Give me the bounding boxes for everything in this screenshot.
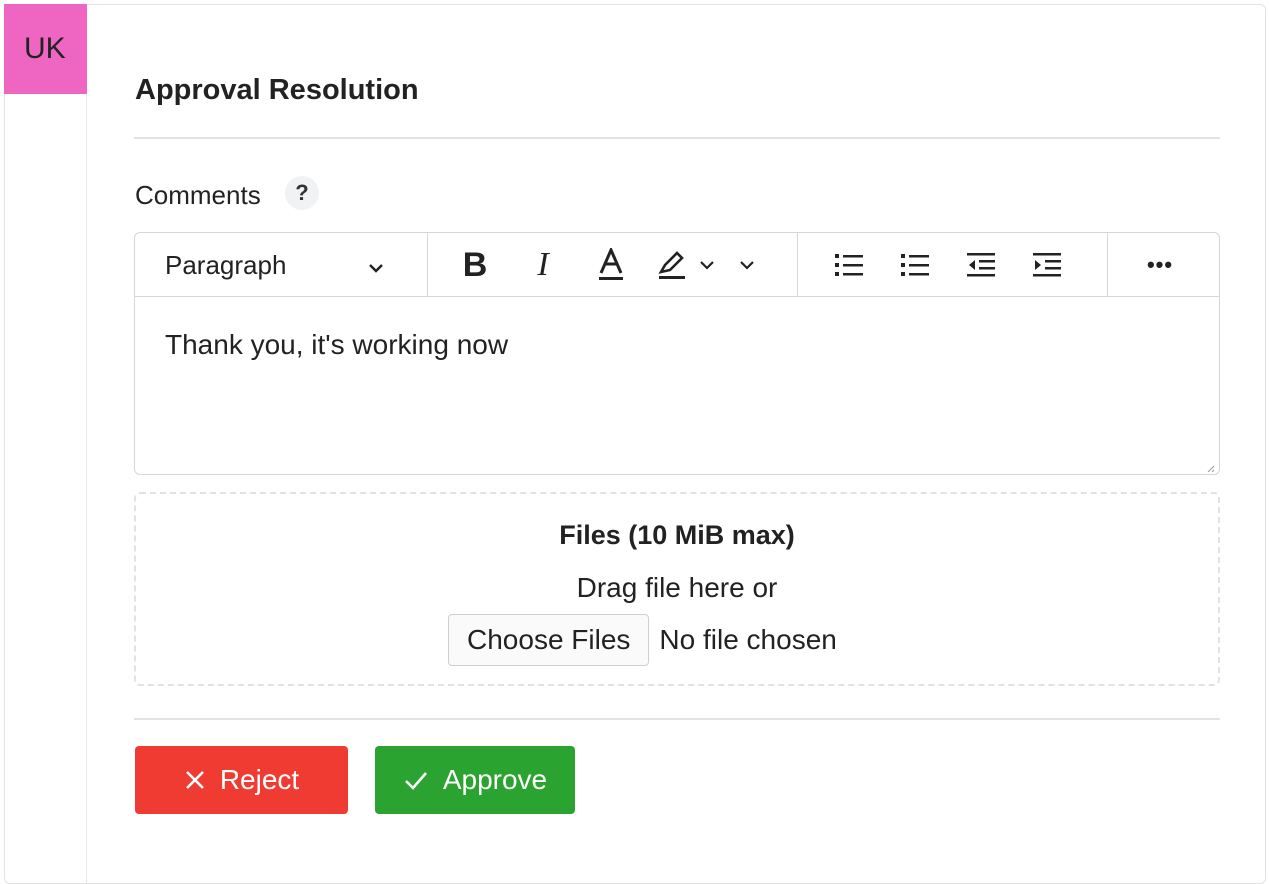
outdent-icon[interactable]: [959, 243, 1003, 287]
comments-label: Comments: [135, 180, 261, 210]
toolbar-separator: [797, 233, 798, 296]
files-title: Files (10 MiB max): [559, 520, 795, 550]
highlight-icon[interactable]: [655, 243, 765, 287]
avatar: UK: [4, 4, 87, 94]
question-mark-icon[interactable]: ?: [285, 176, 319, 210]
indent-icon[interactable]: [1025, 243, 1069, 287]
resize-grip-icon[interactable]: [1205, 460, 1215, 473]
chevron-down-icon: [367, 250, 393, 281]
rich-text-editor: Paragraph B I ••• Thank you, it's workin…: [134, 232, 1220, 475]
close-icon: [184, 769, 206, 791]
file-status: No file chosen: [659, 624, 837, 655]
font-color-icon[interactable]: [589, 243, 633, 287]
actions-divider: [134, 718, 1220, 720]
numbered-list-icon[interactable]: [893, 243, 937, 287]
title-divider: [134, 137, 1220, 139]
block-format-select[interactable]: Paragraph: [153, 243, 393, 287]
editor-content[interactable]: Thank you, it's working now: [165, 329, 508, 361]
toolbar-separator: [427, 233, 428, 296]
check-icon: [403, 769, 429, 791]
reject-label: Reject: [219, 764, 300, 795]
editor-toolbar: Paragraph B I •••: [135, 233, 1219, 297]
reject-button[interactable]: Reject: [135, 746, 348, 814]
avatar-column: [4, 4, 87, 884]
file-dropzone[interactable]: Files (10 MiB max) Drag file here or Cho…: [134, 492, 1220, 686]
more-icon[interactable]: •••: [1135, 243, 1185, 287]
approve-label: Approve: [442, 764, 548, 795]
toolbar-separator: [1107, 233, 1108, 296]
drag-instruction: Drag file here or: [576, 572, 778, 603]
choose-files-button[interactable]: Choose Files: [448, 614, 650, 666]
bullet-list-icon[interactable]: [827, 243, 871, 287]
block-format-value: Paragraph: [165, 249, 287, 280]
italic-icon[interactable]: I: [521, 243, 565, 287]
bold-icon[interactable]: B: [453, 243, 497, 287]
file-input: Choose Files No file chosen: [448, 614, 837, 666]
approve-button[interactable]: Approve: [375, 746, 575, 814]
panel-title: Approval Resolution: [135, 74, 419, 106]
